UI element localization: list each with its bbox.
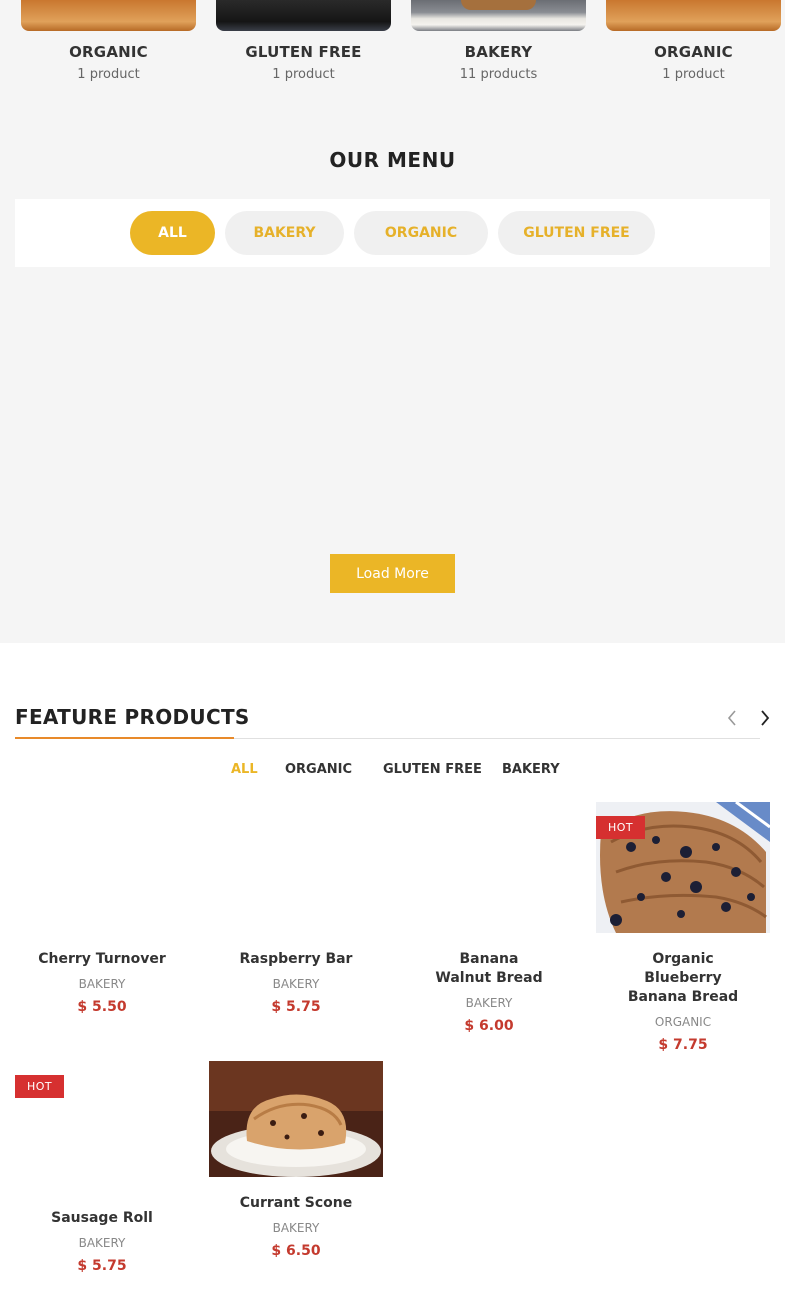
- product-category[interactable]: ORGANIC: [596, 1015, 770, 1029]
- product-price: $ 5.75: [77, 1258, 127, 1274]
- category-name: ORGANIC: [69, 43, 148, 61]
- product-category[interactable]: BAKERY: [402, 996, 576, 1010]
- product-name[interactable]: Currant Scone: [209, 1189, 383, 1213]
- menu-tab-all[interactable]: ALL: [130, 211, 215, 255]
- category-count: 1 product: [662, 67, 725, 82]
- chevron-right-icon[interactable]: [755, 708, 775, 728]
- category-count: 1 product: [77, 67, 140, 82]
- product-price: $ 6.00: [464, 1018, 514, 1034]
- product-card[interactable]: Banana Walnut Bread BAKERY $ 6.00: [402, 802, 576, 1034]
- product-category[interactable]: BAKERY: [209, 1221, 383, 1235]
- menu-tab-organic[interactable]: ORGANIC: [354, 211, 488, 255]
- product-name[interactable]: Cherry Turnover: [15, 945, 189, 969]
- menu-tab-gluten-free[interactable]: GLUTEN FREE: [498, 211, 655, 255]
- title-underline: [15, 737, 234, 739]
- chevron-left-icon[interactable]: [722, 708, 742, 728]
- product-category[interactable]: BAKERY: [15, 977, 189, 991]
- category-count: 11 products: [459, 67, 538, 82]
- hot-badge: HOT: [15, 1075, 65, 1098]
- feature-products-title: FEATURE PRODUCTS: [15, 705, 250, 729]
- product-price: $ 5.50: [77, 999, 127, 1015]
- product-name[interactable]: Organic Blueberry Banana Bread: [596, 945, 770, 1007]
- menu-tab-bakery[interactable]: BAKERY: [225, 211, 344, 255]
- category-image: [411, 0, 586, 31]
- category-image: [216, 0, 391, 31]
- category-card-gluten-free[interactable]: GLUTEN FREE 1 product: [216, 0, 391, 82]
- category-count: 1 product: [272, 67, 335, 82]
- product-image[interactable]: [15, 802, 189, 933]
- product-category[interactable]: BAKERY: [15, 1236, 189, 1250]
- feature-tab-all[interactable]: ALL: [231, 762, 258, 777]
- load-more-button[interactable]: Load More: [330, 554, 455, 593]
- product-card[interactable]: Raspberry Bar BAKERY $ 5.75: [209, 802, 383, 1015]
- menu-title: OUR MENU: [329, 148, 456, 172]
- product-name[interactable]: Raspberry Bar: [209, 945, 383, 969]
- product-image[interactable]: [402, 802, 576, 933]
- product-price: $ 5.75: [271, 999, 321, 1015]
- category-image: [21, 0, 196, 31]
- product-image[interactable]: [209, 802, 383, 933]
- scone-photo: [209, 1061, 383, 1177]
- category-card-organic-2[interactable]: ORGANIC 1 product: [606, 0, 781, 82]
- category-image: [606, 0, 781, 31]
- category-name: ORGANIC: [654, 43, 733, 61]
- feature-tab-organic[interactable]: ORGANIC: [285, 762, 352, 777]
- category-name: GLUTEN FREE: [245, 43, 362, 61]
- product-name[interactable]: Sausage Roll: [15, 1204, 189, 1228]
- category-card-organic[interactable]: ORGANIC 1 product: [21, 0, 196, 82]
- category-and-menu-section: ORGANIC 1 product GLUTEN FREE 1 product …: [0, 0, 785, 643]
- feature-tab-bakery[interactable]: BAKERY: [502, 762, 560, 777]
- product-card[interactable]: Currant Scone BAKERY $ 6.50: [209, 1061, 383, 1259]
- product-name[interactable]: Banana Walnut Bread: [402, 945, 576, 988]
- feature-tab-gluten-free[interactable]: GLUTEN FREE: [383, 762, 482, 777]
- category-card-bakery[interactable]: BAKERY 11 products: [411, 0, 586, 82]
- hot-badge: HOT: [596, 816, 646, 839]
- product-card[interactable]: HOT Sausage Roll BAKERY $ 5.75: [15, 1061, 189, 1274]
- product-price: $ 6.50: [271, 1243, 321, 1259]
- product-image[interactable]: [209, 1061, 383, 1177]
- product-card[interactable]: Cherry Turnover BAKERY $ 5.50: [15, 802, 189, 1015]
- product-image[interactable]: HOT: [15, 1061, 189, 1192]
- category-name: BAKERY: [464, 43, 533, 61]
- product-image[interactable]: HOT: [596, 802, 770, 933]
- product-category[interactable]: BAKERY: [209, 977, 383, 991]
- product-price: $ 7.75: [658, 1037, 708, 1053]
- product-card[interactable]: HOT Organic Blueberry Banana Bread ORGAN…: [596, 802, 770, 1053]
- menu-filter-bar: ALL BAKERY ORGANIC GLUTEN FREE: [15, 199, 770, 267]
